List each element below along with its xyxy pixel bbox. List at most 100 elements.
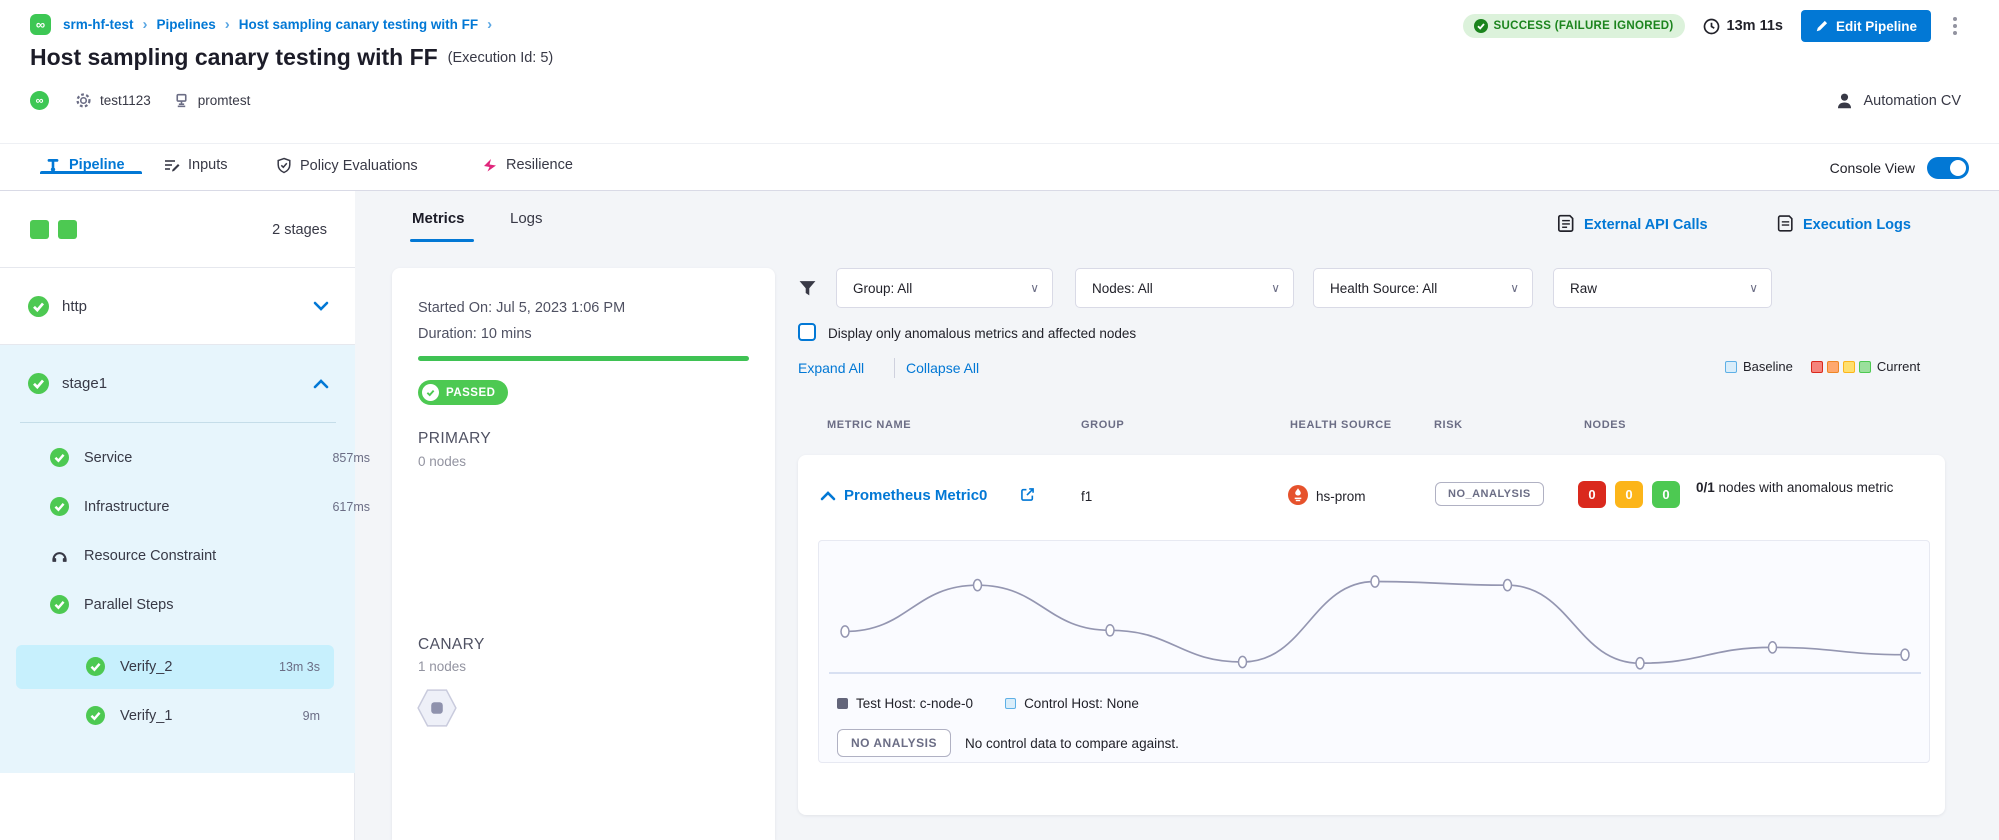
success-check-icon (86, 706, 105, 725)
console-view-toggle[interactable] (1927, 157, 1969, 179)
anomalous-only-label: Display only anomalous metrics and affec… (828, 326, 1136, 341)
user-avatar-icon (1835, 91, 1854, 110)
chart-data-point[interactable] (1901, 649, 1909, 660)
step-row-verify-1[interactable]: Verify_1 9m (86, 706, 320, 725)
chart-data-point[interactable] (974, 580, 982, 591)
nodes-filter-value: Nodes: All (1092, 281, 1153, 296)
chart-data-point[interactable] (841, 626, 849, 637)
metric-chart-panel: Test Host: c-node-0 Control Host: None N… (818, 540, 1930, 763)
breadcrumb-pipelines-link[interactable]: Pipelines (157, 17, 216, 32)
nodes-summary: 0/1 nodes with anomalous metric (1696, 478, 1954, 497)
metric-name-link[interactable]: Prometheus Metric0 (844, 487, 987, 504)
no-analysis-row: NO ANALYSIS No control data to compare a… (837, 729, 1179, 757)
host-legend: Test Host: c-node-0 Control Host: None (837, 696, 1139, 711)
group-filter-dropdown[interactable]: Group: All ∨ (836, 268, 1053, 308)
filter-funnel-icon[interactable] (798, 279, 817, 298)
triggered-by-user: Automation CV (1863, 93, 1961, 109)
tab-resilience[interactable]: Resilience (482, 157, 573, 173)
stage-row-http[interactable]: http (0, 268, 355, 345)
stage-row-stage1[interactable]: stage1 (0, 345, 355, 422)
tag-service[interactable]: test1123 (75, 92, 151, 109)
status-badge-label: SUCCESS (FAILURE IGNORED) (1494, 20, 1674, 32)
control-host-label: Control Host: None (1024, 696, 1139, 711)
collapse-all-link[interactable]: Collapse All (906, 360, 979, 376)
verification-status-label: PASSED (446, 387, 495, 399)
chart-data-point[interactable] (1769, 642, 1777, 653)
step-row-resource-constraint[interactable]: Resource Constraint (50, 546, 370, 565)
progress-bar (418, 356, 749, 361)
metric-analysis-card: Prometheus Metric0 f1 hs-prom NO_ANALYSI… (798, 455, 1945, 815)
health-source-filter-value: Health Source: All (1330, 281, 1437, 296)
execution-id: (Execution Id: 5) (448, 50, 554, 66)
test-host-swatch (837, 698, 848, 709)
column-header-metric-name: METRIC NAME (827, 419, 911, 431)
execution-logs-link[interactable]: Execution Logs (1776, 214, 1911, 235)
tab-metrics[interactable]: Metrics (412, 210, 465, 227)
srm-module-icon: ∞ (30, 91, 49, 110)
resource-constraint-icon (50, 546, 69, 565)
no-analysis-badge: NO ANALYSIS (837, 729, 951, 757)
dropdown-caret-icon: ∨ (1749, 281, 1758, 295)
control-host-swatch (1005, 698, 1016, 709)
breadcrumb-pipeline-link[interactable]: Host sampling canary testing with FF (239, 17, 478, 32)
elapsed-time: 13m 11s (1703, 18, 1783, 35)
canary-node-hexagon-icon[interactable] (416, 688, 458, 728)
chevron-up-icon (313, 379, 329, 389)
step-label: Verify_2 (120, 659, 172, 675)
chevron-right-icon: › (225, 16, 230, 33)
tab-inputs-label: Inputs (188, 157, 228, 173)
tag-environment[interactable]: promtest (173, 92, 251, 109)
stage-status-square (30, 220, 49, 239)
tab-logs[interactable]: Logs (510, 210, 543, 227)
primary-group-label: PRIMARY (418, 430, 491, 448)
metric-line-chart[interactable] (829, 543, 1921, 693)
step-row-parallel-steps[interactable]: Parallel Steps (50, 595, 370, 614)
elapsed-time-value: 13m 11s (1727, 18, 1783, 34)
step-label: Parallel Steps (84, 597, 173, 613)
step-row-verify-2[interactable]: Verify_2 13m 3s (86, 657, 320, 676)
step-label: Resource Constraint (84, 548, 216, 564)
check-circle-icon (1474, 19, 1488, 33)
verification-duration: Duration: 10 mins (418, 326, 532, 342)
stage-status-square (58, 220, 77, 239)
tab-pipeline[interactable]: Pipeline (45, 157, 125, 173)
step-row-service[interactable]: Service 857ms (50, 448, 370, 467)
anomalous-only-checkbox[interactable] (798, 323, 816, 341)
stage-count: 2 stages (272, 222, 327, 238)
chart-data-point[interactable] (1636, 658, 1644, 669)
chevron-right-icon: › (487, 16, 492, 33)
prometheus-icon (1288, 485, 1308, 505)
collapse-row-chevron-up-icon[interactable] (820, 491, 836, 501)
chart-data-point[interactable] (1371, 576, 1379, 587)
metrics-tab-underline (410, 239, 474, 242)
tab-policy-evaluations[interactable]: Policy Evaluations (276, 157, 418, 174)
edit-pipeline-button[interactable]: Edit Pipeline (1801, 10, 1931, 42)
nodes-filter-dropdown[interactable]: Nodes: All ∨ (1075, 268, 1294, 308)
chart-data-point[interactable] (1106, 625, 1114, 636)
title-row: Host sampling canary testing with FF (Ex… (30, 44, 553, 71)
step-row-infrastructure[interactable]: Infrastructure 617ms (50, 497, 370, 516)
health-source-filter-dropdown[interactable]: Health Source: All ∨ (1313, 268, 1533, 308)
shield-check-icon (276, 157, 292, 174)
nodes-summary-ratio: 0/1 (1696, 480, 1715, 495)
breadcrumb-project-link[interactable]: srm-hf-test (63, 17, 134, 32)
breadcrumb: ∞ srm-hf-test › Pipelines › Host samplin… (30, 12, 501, 36)
divider (894, 358, 895, 378)
tab-inputs[interactable]: Inputs (163, 157, 228, 173)
chart-data-point[interactable] (1239, 656, 1247, 667)
test-host-label: Test Host: c-node-0 (856, 696, 973, 711)
external-link-icon[interactable] (1020, 487, 1035, 502)
step-label: Infrastructure (84, 499, 169, 515)
expand-all-link[interactable]: Expand All (798, 360, 864, 376)
external-api-calls-link[interactable]: External API Calls (1556, 214, 1708, 235)
dropdown-caret-icon: ∨ (1510, 281, 1519, 295)
success-check-icon (50, 497, 69, 516)
risk-orange-swatch (1827, 361, 1839, 373)
server-node-icon (173, 92, 190, 109)
view-mode-dropdown[interactable]: Raw ∨ (1553, 268, 1772, 308)
harness-logo-icon: ∞ (30, 14, 51, 35)
document-icon (1776, 214, 1795, 235)
check-circle-icon (422, 384, 439, 401)
more-options-menu-icon[interactable] (1949, 13, 1961, 39)
chart-data-point[interactable] (1504, 580, 1512, 591)
